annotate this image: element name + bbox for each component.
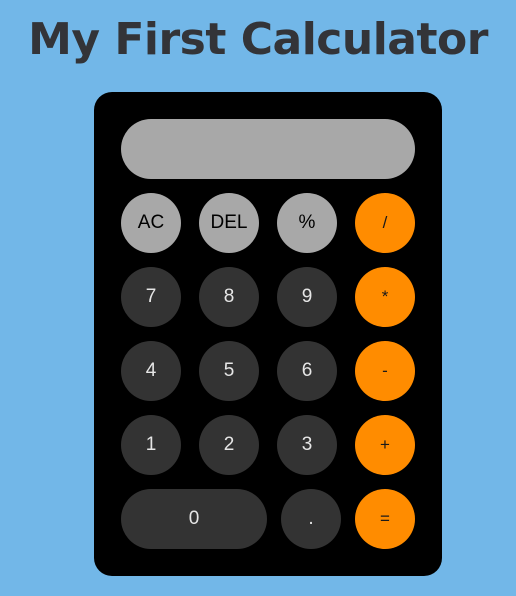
clear-all-button[interactable]: AC [121, 193, 181, 253]
calculator: AC DEL % / 7 8 9 * 4 5 6 - 1 2 3 + 0 . = [94, 92, 442, 576]
add-button[interactable]: + [355, 415, 415, 475]
delete-button[interactable]: DEL [199, 193, 259, 253]
equals-button[interactable]: = [355, 489, 415, 549]
calculator-display [121, 119, 415, 179]
page-title: My First Calculator [28, 14, 488, 65]
digit-1-button[interactable]: 1 [121, 415, 181, 475]
subtract-button[interactable]: - [355, 341, 415, 401]
decimal-button[interactable]: . [281, 489, 341, 549]
digit-5-button[interactable]: 5 [199, 341, 259, 401]
digit-4-button[interactable]: 4 [121, 341, 181, 401]
digit-0-button[interactable]: 0 [121, 489, 267, 549]
digit-2-button[interactable]: 2 [199, 415, 259, 475]
multiply-button[interactable]: * [355, 267, 415, 327]
divide-button[interactable]: / [355, 193, 415, 253]
digit-8-button[interactable]: 8 [199, 267, 259, 327]
digit-7-button[interactable]: 7 [121, 267, 181, 327]
digit-3-button[interactable]: 3 [277, 415, 337, 475]
digit-6-button[interactable]: 6 [277, 341, 337, 401]
digit-9-button[interactable]: 9 [277, 267, 337, 327]
percent-button[interactable]: % [277, 193, 337, 253]
